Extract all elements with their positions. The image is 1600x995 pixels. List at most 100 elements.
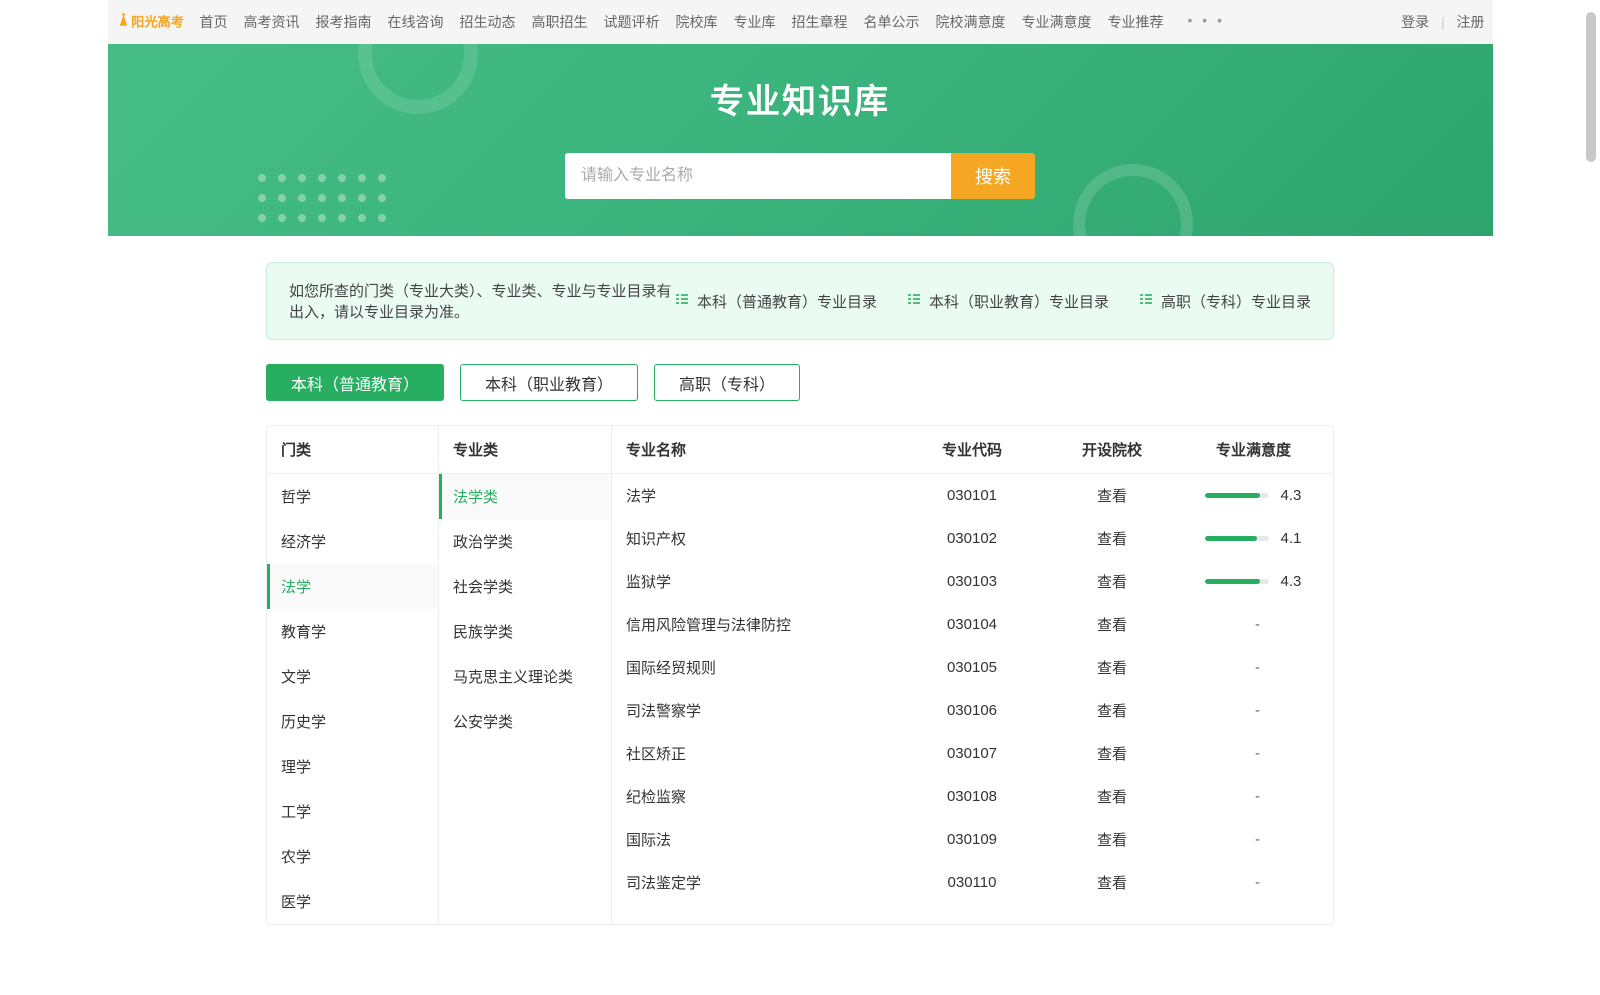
- major-code: 030108: [902, 788, 1042, 805]
- nav-link[interactable]: 招生章程: [792, 12, 848, 32]
- education-tab[interactable]: 本科（普通教育）: [266, 364, 444, 401]
- view-schools-link[interactable]: 查看: [1097, 488, 1127, 505]
- notice-catalog-link[interactable]: 本科（普通教育）专业目录: [675, 291, 877, 312]
- major-list-column: 专业名称 专业代码 开设院校 专业满意度 法学030101查看4.3知识产权03…: [612, 426, 1333, 924]
- major-list-header: 专业名称 专业代码 开设院校 专业满意度: [612, 426, 1333, 474]
- nav-link[interactable]: 试题评析: [604, 12, 660, 32]
- nav-link[interactable]: 院校库: [676, 12, 718, 32]
- nav-more-icon[interactable]: • • •: [1188, 12, 1225, 32]
- subcategory-item[interactable]: 公安学类: [439, 699, 611, 744]
- category-item[interactable]: 理学: [267, 744, 438, 789]
- major-code: 030109: [902, 831, 1042, 848]
- nav-link[interactable]: 高职招生: [532, 12, 588, 32]
- view-schools-link[interactable]: 查看: [1097, 660, 1127, 677]
- view-schools-link[interactable]: 查看: [1097, 574, 1127, 591]
- subcategory-item[interactable]: 社会学类: [439, 564, 611, 609]
- major-name-link[interactable]: 法学: [626, 488, 656, 505]
- rating-empty: -: [1182, 745, 1333, 762]
- major-row: 法学 030101 查看 4.3: [612, 474, 1333, 517]
- major-name-link[interactable]: 司法鉴定学: [626, 875, 701, 892]
- col-name-header: 专业名称: [612, 439, 902, 460]
- major-code: 030101: [902, 487, 1042, 504]
- subcategory-list: 法学类政治学类社会学类民族学类马克思主义理论类公安学类: [439, 474, 611, 744]
- subcategory-item[interactable]: 民族学类: [439, 609, 611, 654]
- major-code: 030110: [902, 874, 1042, 891]
- major-name-link[interactable]: 纪检监察: [626, 789, 686, 806]
- nav-link[interactable]: 报考指南: [316, 12, 372, 32]
- nav-link[interactable]: 在线咨询: [388, 12, 444, 32]
- major-name-link[interactable]: 知识产权: [626, 531, 686, 548]
- hero-deco-dots: [258, 174, 388, 224]
- category-item[interactable]: 农学: [267, 834, 438, 879]
- subcategory-item[interactable]: 政治学类: [439, 519, 611, 564]
- col-rating-header: 专业满意度: [1182, 439, 1333, 460]
- category-item[interactable]: 法学: [267, 564, 438, 609]
- category-item[interactable]: 工学: [267, 789, 438, 834]
- major-name-link[interactable]: 国际经贸规则: [626, 660, 716, 677]
- nav-link[interactable]: 名单公示: [864, 12, 920, 32]
- education-tab[interactable]: 本科（职业教育）: [460, 364, 638, 401]
- list-icon: [907, 292, 921, 310]
- view-schools-link[interactable]: 查看: [1097, 832, 1127, 849]
- nav-link[interactable]: 专业推荐: [1108, 12, 1164, 32]
- search-input[interactable]: [565, 153, 951, 199]
- category-item[interactable]: 文学: [267, 654, 438, 699]
- major-row: 监狱学030103查看4.3: [612, 560, 1333, 603]
- nav-link[interactable]: 专业满意度: [1022, 12, 1092, 32]
- rating-value: 4.3: [1281, 573, 1311, 590]
- subcategory-column: 专业类 法学类政治学类社会学类民族学类马克思主义理论类公安学类: [439, 426, 612, 924]
- subcategory-item[interactable]: 法学类: [439, 474, 611, 519]
- major-code: 030106: [902, 702, 1042, 719]
- nav-link[interactable]: 招生动态: [460, 12, 516, 32]
- brand-text: 阳光高考: [131, 14, 184, 30]
- major-row: 知识产权030102查看4.1: [612, 517, 1333, 560]
- major-row: 国际经贸规则030105查看-: [612, 646, 1333, 689]
- major-name-link[interactable]: 司法警察学: [626, 703, 701, 720]
- rating-empty: -: [1182, 702, 1333, 719]
- category-item[interactable]: 教育学: [267, 609, 438, 654]
- scrollbar[interactable]: [1586, 12, 1596, 162]
- major-rating: -: [1182, 831, 1333, 848]
- major-rating: -: [1182, 659, 1333, 676]
- search-button[interactable]: 搜索: [951, 153, 1035, 199]
- education-tab[interactable]: 高职（专科）: [654, 364, 800, 401]
- major-name-link[interactable]: 信用风险管理与法律防控: [626, 617, 791, 634]
- major-rating: 4.3: [1182, 487, 1333, 504]
- nav-link[interactable]: 院校满意度: [936, 12, 1006, 32]
- notice-catalog-link[interactable]: 高职（专科）专业目录: [1139, 291, 1311, 312]
- category-item[interactable]: 哲学: [267, 474, 438, 519]
- view-schools-link[interactable]: 查看: [1097, 875, 1127, 892]
- category-item[interactable]: 经济学: [267, 519, 438, 564]
- hero-deco-circle: [1073, 164, 1193, 236]
- view-schools-link[interactable]: 查看: [1097, 617, 1127, 634]
- list-icon: [675, 292, 689, 310]
- login-link[interactable]: 登录: [1401, 14, 1429, 30]
- major-rating: -: [1182, 745, 1333, 762]
- brand-logo[interactable]: 阳光高考: [116, 9, 184, 35]
- category-item[interactable]: 医学: [267, 879, 438, 924]
- nav-link[interactable]: 首页: [200, 12, 228, 32]
- view-schools-link[interactable]: 查看: [1097, 531, 1127, 548]
- list-icon: [1139, 292, 1153, 310]
- top-nav: 阳光高考 首页高考资讯报考指南在线咨询招生动态高职招生试题评析院校库专业库招生章…: [108, 0, 1493, 44]
- content-panel: 门类 哲学经济学法学教育学文学历史学理学工学农学医学 专业类 法学类政治学类社会…: [266, 425, 1334, 925]
- major-rating: 4.3: [1182, 573, 1333, 590]
- view-schools-link[interactable]: 查看: [1097, 703, 1127, 720]
- subcategory-item[interactable]: 马克思主义理论类: [439, 654, 611, 699]
- major-name-link[interactable]: 监狱学: [626, 574, 671, 591]
- view-schools-link[interactable]: 查看: [1097, 789, 1127, 806]
- major-name-link[interactable]: 国际法: [626, 832, 671, 849]
- nav-link[interactable]: 专业库: [734, 12, 776, 32]
- notice-catalog-link[interactable]: 本科（职业教育）专业目录: [907, 291, 1109, 312]
- hero-deco-circle: [358, 44, 478, 114]
- notice-link-label: 高职（专科）专业目录: [1161, 291, 1311, 312]
- rating-empty: -: [1182, 874, 1333, 891]
- nav-link[interactable]: 高考资讯: [244, 12, 300, 32]
- major-rating: -: [1182, 788, 1333, 805]
- view-schools-link[interactable]: 查看: [1097, 746, 1127, 763]
- category-item[interactable]: 历史学: [267, 699, 438, 744]
- major-name-link[interactable]: 社区矫正: [626, 746, 686, 763]
- rating-empty: -: [1182, 831, 1333, 848]
- register-link[interactable]: 注册: [1457, 14, 1485, 30]
- major-code: 030104: [902, 616, 1042, 633]
